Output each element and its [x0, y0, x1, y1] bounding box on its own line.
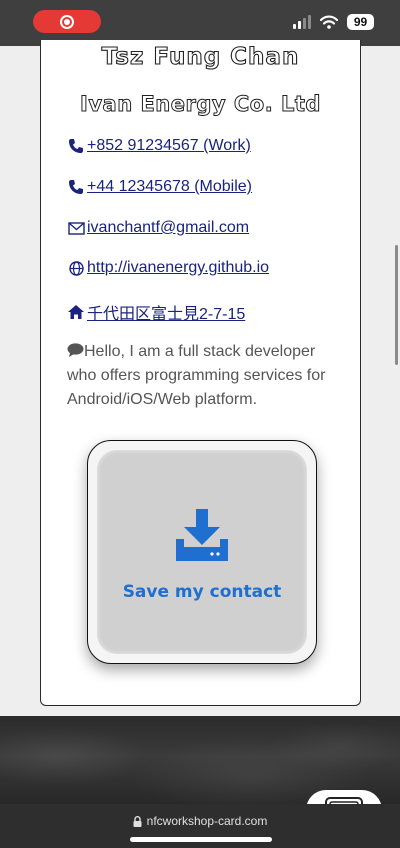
screen-recording-indicator[interactable] [33, 10, 101, 33]
status-icons: 99 [293, 14, 374, 30]
lock-icon [133, 815, 142, 827]
contact-card: Tsz Fung Chan Ivan Energy Co. Ltd +852 9… [40, 40, 361, 706]
email-link[interactable]: ivanchantf@gmail.com [67, 219, 249, 237]
record-icon [60, 14, 74, 29]
address-link[interactable]: 千代田区富士見2-7-15 [67, 300, 245, 324]
phone-icon [67, 138, 85, 154]
mobile-phone-link[interactable]: +44 12345678 (Mobile) [67, 178, 252, 196]
contact-name: Tsz Fung Chan [101, 43, 300, 70]
save-contact-button-face: Save my contact [97, 450, 307, 654]
url-display[interactable]: nfcworkshop-card.com [0, 814, 400, 828]
company-name: Ivan Energy Co. Ltd [80, 92, 321, 117]
work-phone-link[interactable]: +852 91234567 (Work) [67, 137, 251, 155]
phone-icon [67, 179, 85, 195]
website-link[interactable]: http://ivanenergy.github.io [67, 259, 269, 277]
mobile-phone-text: +44 12345678 (Mobile) [87, 178, 253, 195]
wifi-icon [320, 15, 338, 29]
address-text: 千代田区富士見2-7-15 [87, 306, 246, 323]
save-contact-button[interactable]: Save my contact [87, 440, 317, 664]
cellular-signal-icon [293, 15, 311, 29]
bio-text: Hello, I am a full stack developer who o… [67, 343, 326, 408]
work-phone-text: +852 91234567 (Work) [87, 137, 251, 154]
speech-bubble-icon [67, 341, 84, 357]
save-contact-label: Save my contact [122, 581, 282, 602]
globe-icon [67, 260, 85, 276]
home-icon [67, 304, 85, 320]
bio-text-block: Hello, I am a full stack developer who o… [67, 340, 347, 412]
url-text: nfcworkshop-card.com [146, 814, 268, 828]
home-indicator[interactable] [130, 837, 272, 842]
download-icon [174, 508, 230, 568]
website-text: http://ivanenergy.github.io [87, 259, 270, 276]
email-text: ivanchantf@gmail.com [87, 219, 250, 236]
mail-icon [67, 220, 85, 236]
battery-indicator: 99 [347, 14, 374, 30]
page-scrollbar[interactable] [395, 245, 398, 365]
